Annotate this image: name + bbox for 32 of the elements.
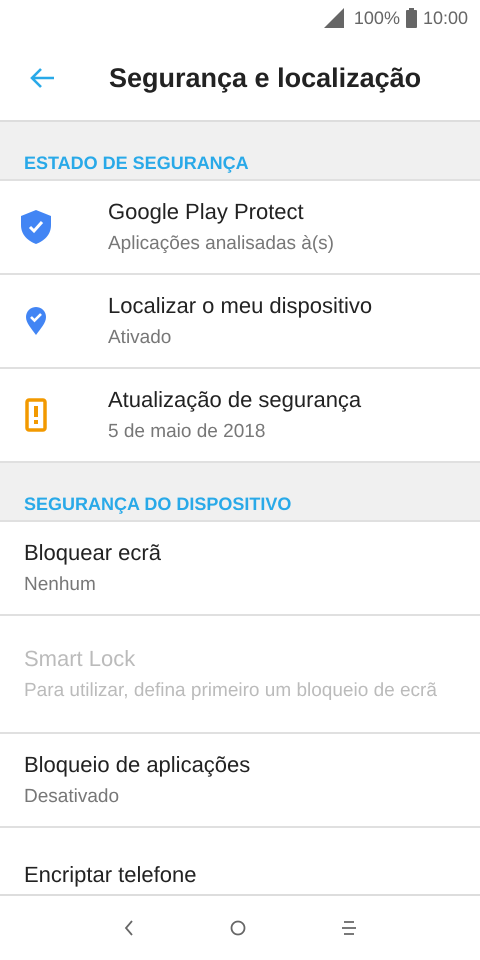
item-subtitle: Aplicações analisadas à(s) [108, 233, 334, 255]
back-icon[interactable] [124, 920, 134, 936]
item-subtitle: Nenhum [24, 574, 97, 596]
settings-item[interactable]: Bloqueio de aplicações Desativado [0, 734, 480, 828]
clock: 10:00 [422, 8, 468, 28]
item-subtitle: Para utilizar, defina primeiro um bloqueio de ecrã [24, 680, 437, 702]
settings-item[interactable]: Localizar o meu dispositivo Ativado [0, 275, 480, 369]
shield-check-icon [20, 209, 52, 245]
location-check-icon [25, 306, 47, 336]
signal-icon [324, 8, 344, 28]
settings-item[interactable]: Encriptar telefone [0, 828, 480, 894]
menu-icon[interactable] [342, 920, 356, 936]
item-title: Localizar o meu dispositivo [108, 293, 372, 319]
item-title: Bloqueio de aplicações [24, 752, 250, 778]
item-title: Encriptar telefone [24, 862, 196, 888]
settings-item[interactable]: Google Play Protect Aplicações analisadas à(s) [0, 181, 480, 275]
item-title: Atualização de segurança [108, 387, 362, 413]
battery-percent: 100% [354, 8, 400, 28]
section-header: SEGURANÇA DO DISPOSITIVO [0, 463, 480, 522]
item-title: Smart Lock [24, 646, 136, 672]
item-title: Bloquear ecrã [24, 540, 161, 566]
screen-title: Segurança e localização [109, 62, 422, 94]
back-arrow-icon[interactable] [29, 67, 55, 89]
item-subtitle: Ativado [108, 327, 172, 349]
home-icon[interactable] [230, 920, 246, 936]
item-subtitle: 5 de maio de 2018 [108, 421, 266, 443]
item-title: Google Play Protect [108, 199, 305, 225]
settings-item[interactable]: Bloquear ecrã Nenhum [0, 522, 480, 616]
item-subtitle: Desativado [24, 786, 120, 808]
battery-icon [406, 8, 417, 28]
section-header: ESTADO DE SEGURANÇA [0, 122, 480, 181]
phone-alert-icon [25, 398, 47, 432]
